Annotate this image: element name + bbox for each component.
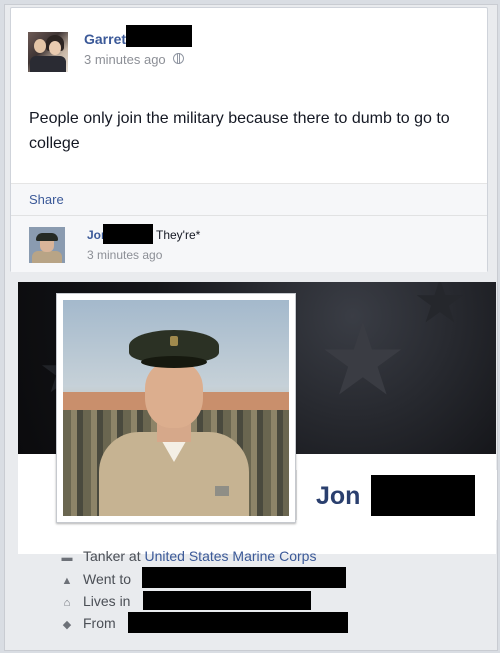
profile-photo-image xyxy=(63,300,289,516)
post-author-name[interactable]: Garret xyxy=(84,31,126,47)
redacted-school xyxy=(142,567,346,588)
share-link[interactable]: Share xyxy=(29,192,64,207)
author-avatar[interactable] xyxy=(28,32,68,72)
globe-icon xyxy=(173,53,184,64)
comment-text: They're* xyxy=(156,228,201,242)
star-icon: ★ xyxy=(318,304,408,416)
info-work-prefix: Tanker at xyxy=(83,548,141,564)
location-icon: ◆ xyxy=(62,619,72,631)
post-timestamp[interactable]: 3 minutes ago xyxy=(84,52,166,67)
info-hometown: ◆ From xyxy=(60,615,116,631)
employer-link[interactable]: United States Marine Corps xyxy=(144,548,316,564)
info-work: ▬ Tanker at United States Marine Corps xyxy=(60,548,317,564)
post-card: Garret 3 minutes ago People only join th… xyxy=(10,7,488,272)
info-hometown-prefix: From xyxy=(83,615,116,631)
redacted-city xyxy=(143,591,311,610)
redacted-surname xyxy=(371,475,475,516)
profile-name[interactable]: Jon xyxy=(316,482,360,511)
info-education-prefix: Went to xyxy=(83,571,131,587)
briefcase-icon: ▬ xyxy=(61,552,73,564)
house-icon: ⌂ xyxy=(63,597,71,609)
commenter-avatar[interactable] xyxy=(29,227,65,263)
redacted-surname xyxy=(103,224,153,244)
redacted-surname xyxy=(126,25,192,47)
post-text: People only join the military because th… xyxy=(29,110,450,152)
comment-timestamp[interactable]: 3 minutes ago xyxy=(87,248,162,262)
info-residence-prefix: Lives in xyxy=(83,593,131,609)
profile-picture[interactable] xyxy=(56,293,296,523)
post-actions-bar: Share xyxy=(11,183,487,216)
comment: Jon They're* 3 minutes ago xyxy=(11,215,487,272)
redacted-hometown xyxy=(128,612,348,633)
star-icon: ★ xyxy=(413,282,467,335)
info-education: ▲ Went to xyxy=(60,571,131,587)
info-residence: ⌂ Lives in xyxy=(60,593,131,609)
graduation-cap-icon: ▲ xyxy=(61,575,73,587)
